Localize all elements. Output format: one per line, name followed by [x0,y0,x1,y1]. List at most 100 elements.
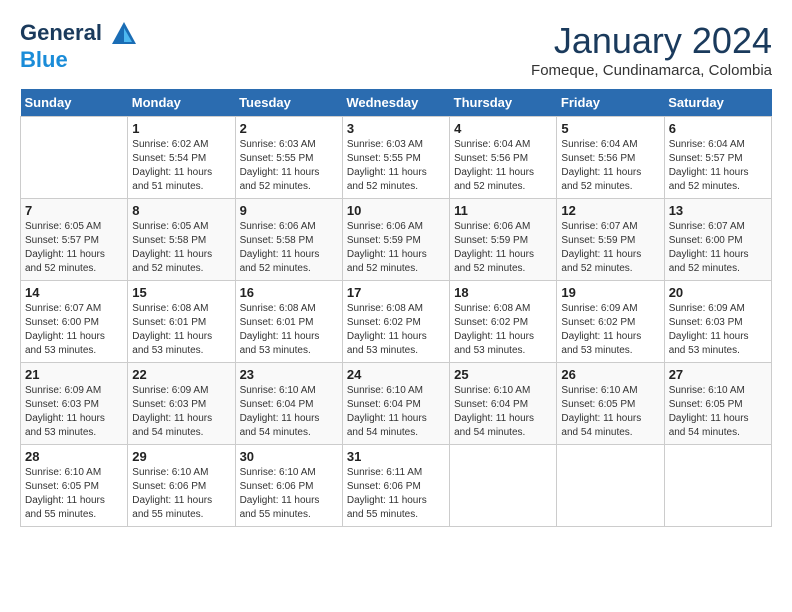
day-info: Sunrise: 6:08 AMSunset: 6:01 PMDaylight:… [132,302,230,358]
day-number: 28 [25,449,123,464]
calendar-cell: 26 Sunrise: 6:10 AMSunset: 6:05 PMDayligh… [557,363,664,445]
calendar-cell: 5 Sunrise: 6:04 AMSunset: 5:56 PMDaylight… [557,117,664,199]
calendar-cell: 12 Sunrise: 6:07 AMSunset: 5:59 PMDayligh… [557,199,664,281]
day-number: 21 [25,367,123,382]
calendar-cell: 2Sunrise: 6:03 AMSunset: 5:55 PMDaylight… [235,117,342,199]
day-info: Sunrise: 6:07 AMSunset: 6:00 PMDaylight:… [25,302,123,358]
logo-icon [110,20,138,48]
calendar-cell: 14 Sunrise: 6:07 AMSunset: 6:00 PMDayligh… [21,281,128,363]
day-info: Sunrise: 6:04 AMSunset: 5:56 PMDaylight:… [561,138,659,194]
calendar-cell: 15Sunrise: 6:08 AMSunset: 6:01 PMDayligh… [128,281,235,363]
calendar-cell [21,117,128,199]
calendar-cell: 20Sunrise: 6:09 AMSunset: 6:03 PMDayligh… [664,281,771,363]
calendar-cell: 16 Sunrise: 6:08 AMSunset: 6:01 PMDayligh… [235,281,342,363]
day-number: 31 [347,449,445,464]
day-number: 20 [669,285,767,300]
day-number: 13 [669,203,767,218]
day-number: 29 [132,449,230,464]
calendar-cell: 28 Sunrise: 6:10 AMSunset: 6:05 PMDayligh… [21,445,128,527]
day-number: 4 [454,121,552,136]
day-number: 16 [240,285,338,300]
day-info: Sunrise: 6:09 AMSunset: 6:03 PMDaylight:… [25,384,123,440]
day-number: 18 [454,285,552,300]
day-info: Sunrise: 6:06 AMSunset: 5:59 PMDaylight:… [454,220,552,276]
calendar-cell: 27 Sunrise: 6:10 AMSunset: 6:05 PMDayligh… [664,363,771,445]
day-info: Sunrise: 6:06 AMSunset: 5:58 PMDaylight:… [240,220,338,276]
location: Fomeque, Cundinamarca, Colombia [531,62,772,79]
calendar-cell: 31Sunrise: 6:11 AMSunset: 6:06 PMDayligh… [342,445,449,527]
day-info: Sunrise: 6:10 AMSunset: 6:04 PMDaylight:… [240,384,338,440]
calendar-week-3: 14 Sunrise: 6:07 AMSunset: 6:00 PMDayligh… [21,281,772,363]
day-info: Sunrise: 6:03 AMSunset: 5:55 PMDaylight:… [240,138,338,194]
calendar-cell: 29 Sunrise: 6:10 AMSunset: 6:06 PMDayligh… [128,445,235,527]
calendar-body: 1 Sunrise: 6:02 AMSunset: 5:54 PMDaylight… [21,117,772,527]
calendar-week-5: 28 Sunrise: 6:10 AMSunset: 6:05 PMDayligh… [21,445,772,527]
calendar-cell: 4 Sunrise: 6:04 AMSunset: 5:56 PMDaylight… [450,117,557,199]
day-info: Sunrise: 6:05 AMSunset: 5:57 PMDaylight:… [25,220,123,276]
day-number: 19 [561,285,659,300]
day-number: 12 [561,203,659,218]
logo: General Blue [20,20,138,72]
calendar-cell [450,445,557,527]
day-number: 1 [132,121,230,136]
title-block: January 2024 Fomeque, Cundinamarca, Colo… [531,20,772,79]
day-info: Sunrise: 6:10 AMSunset: 6:06 PMDaylight:… [132,466,230,522]
day-info: Sunrise: 6:03 AMSunset: 5:55 PMDaylight:… [347,138,445,194]
day-info: Sunrise: 6:08 AMSunset: 6:02 PMDaylight:… [454,302,552,358]
calendar-cell: 17Sunrise: 6:08 AMSunset: 6:02 PMDayligh… [342,281,449,363]
weekday-header-saturday: Saturday [664,89,771,117]
calendar-cell: 11 Sunrise: 6:06 AMSunset: 5:59 PMDayligh… [450,199,557,281]
logo-text: General [20,20,138,48]
day-info: Sunrise: 6:02 AMSunset: 5:54 PMDaylight:… [132,138,230,194]
day-info: Sunrise: 6:06 AMSunset: 5:59 PMDaylight:… [347,220,445,276]
calendar-cell: 7 Sunrise: 6:05 AMSunset: 5:57 PMDaylight… [21,199,128,281]
calendar-cell: 8Sunrise: 6:05 AMSunset: 5:58 PMDaylight… [128,199,235,281]
day-number: 14 [25,285,123,300]
day-number: 26 [561,367,659,382]
weekday-header-friday: Friday [557,89,664,117]
calendar-week-1: 1 Sunrise: 6:02 AMSunset: 5:54 PMDaylight… [21,117,772,199]
calendar-cell: 30Sunrise: 6:10 AMSunset: 6:06 PMDayligh… [235,445,342,527]
day-number: 9 [240,203,338,218]
day-info: Sunrise: 6:04 AMSunset: 5:57 PMDaylight:… [669,138,767,194]
calendar-cell: 21 Sunrise: 6:09 AMSunset: 6:03 PMDayligh… [21,363,128,445]
day-number: 3 [347,121,445,136]
day-info: Sunrise: 6:10 AMSunset: 6:05 PMDaylight:… [561,384,659,440]
month-title: January 2024 [531,20,772,62]
day-number: 27 [669,367,767,382]
day-number: 17 [347,285,445,300]
day-info: Sunrise: 6:10 AMSunset: 6:05 PMDaylight:… [25,466,123,522]
calendar-cell: 25 Sunrise: 6:10 AMSunset: 6:04 PMDayligh… [450,363,557,445]
day-number: 11 [454,203,552,218]
calendar-cell: 18 Sunrise: 6:08 AMSunset: 6:02 PMDayligh… [450,281,557,363]
calendar-cell [557,445,664,527]
weekday-header-tuesday: Tuesday [235,89,342,117]
day-number: 5 [561,121,659,136]
logo-blue: Blue [20,48,138,72]
day-number: 8 [132,203,230,218]
calendar-cell [664,445,771,527]
day-info: Sunrise: 6:07 AMSunset: 5:59 PMDaylight:… [561,220,659,276]
calendar-cell: 23Sunrise: 6:10 AMSunset: 6:04 PMDayligh… [235,363,342,445]
calendar-week-4: 21 Sunrise: 6:09 AMSunset: 6:03 PMDayligh… [21,363,772,445]
day-info: Sunrise: 6:08 AMSunset: 6:01 PMDaylight:… [240,302,338,358]
calendar-week-2: 7 Sunrise: 6:05 AMSunset: 5:57 PMDaylight… [21,199,772,281]
calendar-cell: 24 Sunrise: 6:10 AMSunset: 6:04 PMDayligh… [342,363,449,445]
calendar-cell: 3 Sunrise: 6:03 AMSunset: 5:55 PMDaylight… [342,117,449,199]
day-info: Sunrise: 6:10 AMSunset: 6:04 PMDaylight:… [347,384,445,440]
day-info: Sunrise: 6:10 AMSunset: 6:05 PMDaylight:… [669,384,767,440]
day-info: Sunrise: 6:09 AMSunset: 6:02 PMDaylight:… [561,302,659,358]
day-info: Sunrise: 6:10 AMSunset: 6:04 PMDaylight:… [454,384,552,440]
calendar-cell: 6 Sunrise: 6:04 AMSunset: 5:57 PMDaylight… [664,117,771,199]
day-number: 24 [347,367,445,382]
day-number: 25 [454,367,552,382]
day-number: 10 [347,203,445,218]
day-info: Sunrise: 6:07 AMSunset: 6:00 PMDaylight:… [669,220,767,276]
weekday-header-thursday: Thursday [450,89,557,117]
day-number: 7 [25,203,123,218]
calendar-cell: 1 Sunrise: 6:02 AMSunset: 5:54 PMDaylight… [128,117,235,199]
day-number: 6 [669,121,767,136]
calendar-table: SundayMondayTuesdayWednesdayThursdayFrid… [20,89,772,527]
day-info: Sunrise: 6:10 AMSunset: 6:06 PMDaylight:… [240,466,338,522]
day-info: Sunrise: 6:04 AMSunset: 5:56 PMDaylight:… [454,138,552,194]
